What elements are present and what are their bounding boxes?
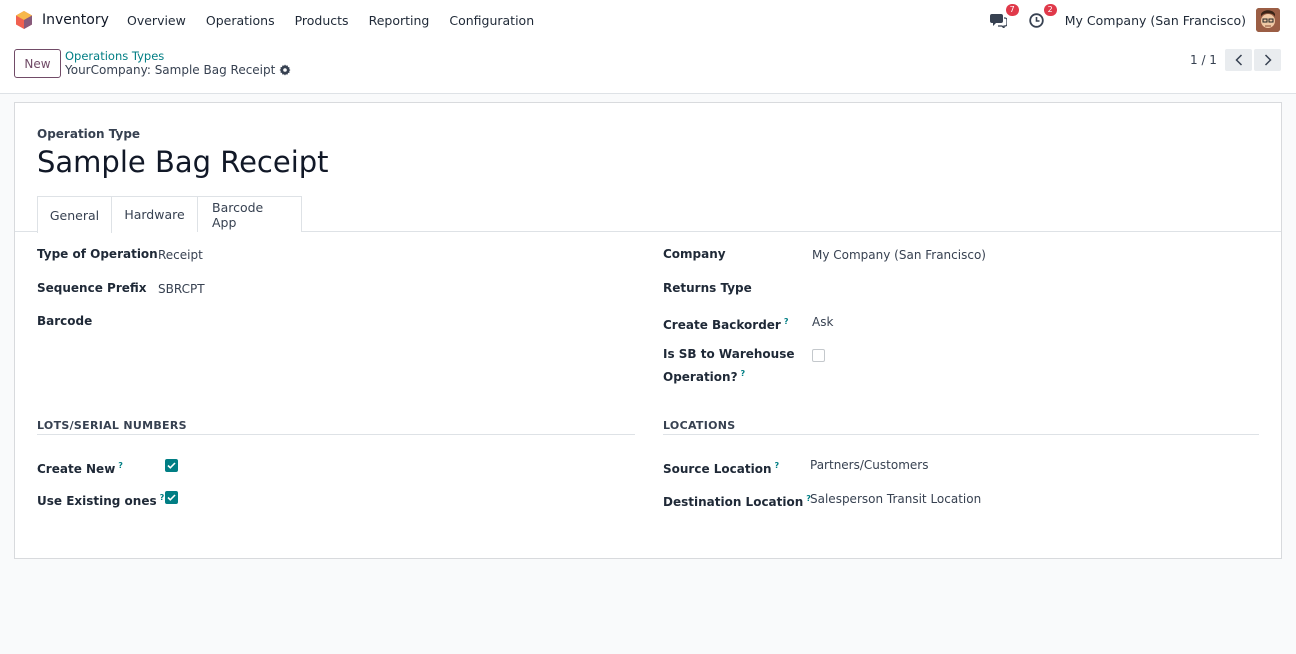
company-label: Company [663, 247, 726, 261]
chevron-right-icon [1264, 54, 1272, 66]
form-sheet: Operation Type Sample Bag Receipt Genera… [14, 102, 1282, 559]
pager-previous-button[interactable] [1225, 49, 1252, 71]
user-avatar[interactable] [1256, 8, 1280, 32]
company-field[interactable]: My Company (San Francisco) [812, 246, 986, 265]
pager-next-button[interactable] [1254, 49, 1281, 71]
control-panel: New Operations Types YourCompany: Sample… [0, 40, 1296, 94]
breadcrumb-current-label: YourCompany: Sample Bag Receipt [65, 63, 276, 77]
tab-general[interactable]: General [37, 196, 112, 233]
menu-products[interactable]: Products [285, 13, 359, 28]
create-backorder-field[interactable]: Ask [812, 313, 833, 332]
barcode-label: Barcode [37, 314, 93, 328]
notebook-tabs: General Hardware Barcode App [15, 196, 1281, 233]
use-existing-checkbox[interactable] [165, 491, 178, 504]
source-location-label: Source Location? [663, 456, 779, 479]
is-sb-warehouse-label-line1: Is SB to Warehouse [663, 347, 795, 361]
source-location-field[interactable]: Partners/Customers [810, 456, 928, 475]
type-of-operation-field[interactable]: Receipt [158, 246, 203, 265]
create-new-checkbox[interactable] [165, 459, 178, 472]
returns-type-label: Returns Type [663, 281, 752, 295]
menu-overview[interactable]: Overview [117, 13, 196, 28]
chevron-left-icon [1234, 54, 1242, 66]
use-existing-label-text: Use Existing ones [37, 494, 157, 508]
activities-count-badge: 2 [1043, 4, 1057, 16]
menu-reporting[interactable]: Reporting [359, 13, 440, 28]
tab-barcode-app[interactable]: Barcode App [198, 196, 302, 232]
messages-button[interactable]: 7 [989, 4, 1019, 30]
create-backorder-label: Create Backorder? [663, 312, 788, 335]
use-existing-label: Use Existing ones? [37, 488, 164, 511]
inventory-app-icon[interactable] [15, 11, 33, 29]
is-sb-warehouse-label: Is SB to Warehouse Operation?? [663, 345, 794, 387]
sequence-prefix-label: Sequence Prefix [37, 281, 147, 295]
type-of-operation-label: Type of Operation [37, 247, 158, 261]
destination-location-label-text: Destination Location [663, 495, 804, 509]
main-menu: Overview Operations Products Reporting C… [117, 0, 544, 40]
new-button[interactable]: New [14, 49, 61, 78]
breadcrumb-current: YourCompany: Sample Bag Receipt [65, 63, 291, 77]
gear-icon[interactable] [279, 64, 291, 76]
systray: 7 2 My Company (San Francisco) [989, 0, 1296, 40]
create-new-help-icon[interactable]: ? [118, 461, 123, 470]
tab-hardware[interactable]: Hardware [112, 196, 198, 232]
create-new-label: Create New? [37, 456, 123, 479]
operation-type-label: Operation Type [37, 127, 141, 141]
locations-section-title: LOCATIONS [663, 419, 736, 432]
locations-section-divider [663, 434, 1259, 435]
is-sb-warehouse-checkbox[interactable] [812, 349, 825, 362]
lots-section-title: LOTS/SERIAL NUMBERS [37, 419, 187, 432]
lots-section-divider [37, 434, 635, 435]
create-backorder-help-icon[interactable]: ? [784, 317, 789, 326]
avatar-face-icon [1256, 8, 1280, 32]
source-location-help-icon[interactable]: ? [775, 461, 780, 470]
menu-operations[interactable]: Operations [196, 13, 285, 28]
clock-icon [1029, 12, 1044, 28]
chat-icon [990, 13, 1008, 28]
destination-location-label: Destination Location? [663, 489, 811, 512]
menu-configuration[interactable]: Configuration [439, 13, 544, 28]
destination-location-field[interactable]: Salesperson Transit Location [810, 490, 981, 509]
returns-type-field[interactable] [812, 279, 1252, 298]
create-new-label-text: Create New [37, 462, 116, 476]
activities-button[interactable]: 2 [1027, 4, 1057, 30]
messages-count-badge: 7 [1005, 4, 1019, 16]
create-backorder-label-text: Create Backorder [663, 318, 781, 332]
company-switcher[interactable]: My Company (San Francisco) [1065, 13, 1246, 28]
top-navbar: Inventory Overview Operations Products R… [0, 0, 1296, 40]
record-title[interactable]: Sample Bag Receipt [37, 145, 329, 179]
checkmark-icon [167, 462, 176, 469]
app-name[interactable]: Inventory [42, 12, 109, 28]
breadcrumb-operations-types[interactable]: Operations Types [65, 49, 164, 63]
barcode-field[interactable] [158, 312, 628, 331]
is-sb-warehouse-help-icon[interactable]: ? [741, 369, 746, 378]
is-sb-warehouse-label-line2: Operation? [663, 370, 738, 384]
use-existing-help-icon[interactable]: ? [160, 493, 165, 502]
source-location-label-text: Source Location [663, 462, 772, 476]
pager-value[interactable]: 1 / 1 [1190, 53, 1217, 67]
checkmark-icon [167, 494, 176, 501]
sequence-prefix-field[interactable]: SBRCPT [158, 280, 205, 299]
